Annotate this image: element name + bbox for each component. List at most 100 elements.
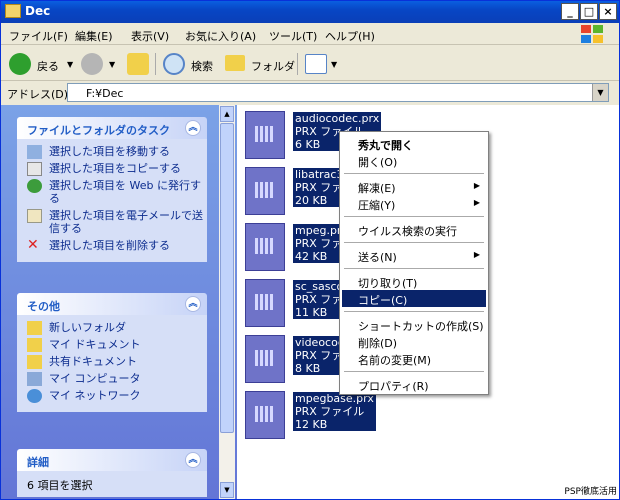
toolbar-separator (297, 53, 298, 75)
views-icon[interactable] (305, 54, 327, 74)
menu-send-to[interactable]: 送る(N) ▶ (342, 247, 486, 264)
back-dropdown-icon[interactable]: ▼ (67, 60, 73, 69)
panel-header[interactable]: 詳細 ︽ (17, 449, 207, 471)
panel-body: 新しいフォルダ マイ ドキュメント 共有ドキュメント マイ コンピュータ マイ … (17, 315, 207, 412)
delete-icon: ✕ (27, 237, 39, 253)
prx-file-icon (245, 335, 285, 383)
context-menu: 秀丸で開く 開く(O) 解凍(E) ▶ 圧縮(Y) ▶ ウイルス検索の実行 送る(N… (339, 131, 489, 395)
menu-extract[interactable]: 解凍(E) ▶ (342, 178, 486, 195)
forward-dropdown-icon[interactable]: ▼ (109, 60, 115, 69)
task-label: 選択した項目を移動する (49, 145, 170, 158)
menu-delete[interactable]: 削除(D) (342, 333, 486, 350)
panel-header[interactable]: その他 ︽ (17, 293, 207, 315)
panel-body: 6 項目を選択 (17, 471, 207, 497)
folder-icon (5, 4, 21, 18)
other-places-panel: その他 ︽ 新しいフォルダ マイ ドキュメント 共有ドキュメント マイ コンピュ… (17, 293, 207, 412)
place-label: 新しいフォルダ (49, 321, 126, 334)
menu-properties[interactable]: プロパティ(R) (342, 376, 486, 393)
place-my-network[interactable]: マイ ネットワーク (27, 389, 203, 403)
window-title: Dec (25, 4, 51, 18)
address-input[interactable]: F:¥Dec ▼ (67, 83, 609, 102)
globe-icon (27, 179, 42, 193)
menu-compress[interactable]: 圧縮(Y) ▶ (342, 195, 486, 212)
panel-title: ファイルとフォルダのタスク (27, 124, 170, 137)
menu-edit[interactable]: 編集(E) (75, 28, 113, 44)
panel-title: 詳細 (27, 456, 49, 469)
menu-separator (344, 311, 484, 312)
task-pane: ファイルとフォルダのタスク ︽ 選択した項目を移動する 選択した項目をコピーする… (1, 105, 237, 499)
menu-copy[interactable]: コピー(C) (342, 290, 486, 307)
folders-button-label[interactable]: フォルダ (251, 58, 295, 74)
back-arrow-icon[interactable] (9, 53, 31, 75)
address-bar: アドレス(D) F:¥Dec ▼ (1, 82, 619, 104)
collapse-chevron-icon[interactable]: ︽ (185, 452, 201, 468)
menu-virus-scan[interactable]: ウイルス検索の実行 (342, 221, 486, 238)
menu-separator (344, 173, 484, 174)
menu-create-shortcut[interactable]: ショートカットの作成(S) (342, 316, 486, 333)
computer-icon (27, 372, 42, 386)
close-button[interactable]: × (599, 3, 617, 20)
place-label: マイ ネットワーク (49, 389, 141, 402)
maximize-button[interactable]: □ (580, 3, 598, 20)
search-button-label[interactable]: 検索 (191, 58, 213, 74)
menu-view[interactable]: 表示(V) (131, 28, 169, 44)
file-folder-tasks-panel: ファイルとフォルダのタスク ︽ 選択した項目を移動する 選択した項目をコピーする… (17, 117, 207, 262)
menu-cut[interactable]: 切り取り(T) (342, 273, 486, 290)
menu-separator (344, 371, 484, 372)
menu-rename[interactable]: 名前の変更(M) (342, 350, 486, 367)
menu-bar: ファイル(F) 編集(E) 表示(V) お気に入り(A) ツール(T) ヘルプ(… (1, 23, 619, 45)
documents-folder-icon (27, 338, 42, 352)
task-copy[interactable]: 選択した項目をコピーする (27, 162, 203, 176)
explorer-window: Dec _ □ × ファイル(F) 編集(E) 表示(V) お気に入り(A) ツ… (0, 0, 620, 500)
menu-open[interactable]: 開く(O) (342, 152, 486, 169)
shared-folder-icon (27, 355, 42, 369)
toolbar: 戻る ▼ ▼ 検索 フォルダ ▼ (1, 47, 619, 81)
task-delete[interactable]: ✕ 選択した項目を削除する (27, 237, 203, 253)
search-icon[interactable] (163, 53, 185, 75)
panel-header[interactable]: ファイルとフォルダのタスク ︽ (17, 117, 207, 139)
back-button-label[interactable]: 戻る (37, 58, 59, 74)
file-info: mpegbase.prx PRX ファイル 12 KB (293, 392, 376, 431)
task-move[interactable]: 選択した項目を移動する (27, 145, 203, 159)
task-label: 選択した項目を電子メールで送信する (49, 209, 203, 235)
up-folder-icon[interactable] (127, 53, 149, 75)
forward-arrow-icon[interactable] (81, 53, 103, 75)
task-publish-web[interactable]: 選択した項目を Web に発行する (27, 179, 203, 205)
submenu-arrow-icon: ▶ (473, 198, 480, 207)
collapse-chevron-icon[interactable]: ︽ (185, 120, 201, 136)
minimize-button[interactable]: _ (561, 3, 579, 20)
address-dropdown-icon[interactable]: ▼ (592, 84, 608, 101)
vertical-scrollbar[interactable]: ▲ ▼ (219, 105, 235, 499)
file-item[interactable]: mpegbase.prx PRX ファイル 12 KB (245, 391, 385, 443)
task-label: 選択した項目を Web に発行する (49, 179, 201, 205)
place-label: 共有ドキュメント (49, 355, 137, 368)
menu-separator (344, 242, 484, 243)
task-label: 選択した項目を削除する (49, 239, 170, 252)
place-label: マイ ドキュメント (49, 338, 141, 351)
menu-help[interactable]: ヘルプ(H) (325, 28, 375, 44)
task-email[interactable]: 選択した項目を電子メールで送信する (27, 209, 203, 235)
windows-logo-icon (581, 25, 605, 45)
menu-tools[interactable]: ツール(T) (269, 28, 317, 44)
scroll-down-icon[interactable]: ▼ (220, 482, 234, 498)
menu-open-with-hidemaru[interactable]: 秀丸で開く (342, 135, 486, 152)
place-shared-documents[interactable]: 共有ドキュメント (27, 355, 203, 369)
scroll-up-icon[interactable]: ▲ (220, 106, 234, 122)
collapse-chevron-icon[interactable]: ︽ (185, 296, 201, 312)
views-dropdown-icon[interactable]: ▼ (331, 60, 337, 69)
place-my-computer[interactable]: マイ コンピュータ (27, 372, 203, 386)
menu-file[interactable]: ファイル(F) (9, 28, 68, 44)
place-new-folder[interactable]: 新しいフォルダ (27, 321, 203, 335)
prx-file-icon (245, 223, 285, 271)
title-bar[interactable]: Dec _ □ × (1, 1, 619, 23)
place-my-documents[interactable]: マイ ドキュメント (27, 338, 203, 352)
menu-favorites[interactable]: お気に入り(A) (185, 28, 256, 44)
watermark-text: PSP徹底活用 (564, 487, 617, 497)
submenu-arrow-icon: ▶ (473, 181, 480, 190)
folders-icon[interactable] (225, 55, 245, 71)
place-label: マイ コンピュータ (49, 372, 141, 385)
scroll-thumb[interactable] (220, 123, 234, 433)
panel-title: その他 (27, 300, 60, 313)
move-icon (27, 145, 42, 159)
panel-body: 選択した項目を移動する 選択した項目をコピーする 選択した項目を Web に発行… (17, 139, 207, 262)
